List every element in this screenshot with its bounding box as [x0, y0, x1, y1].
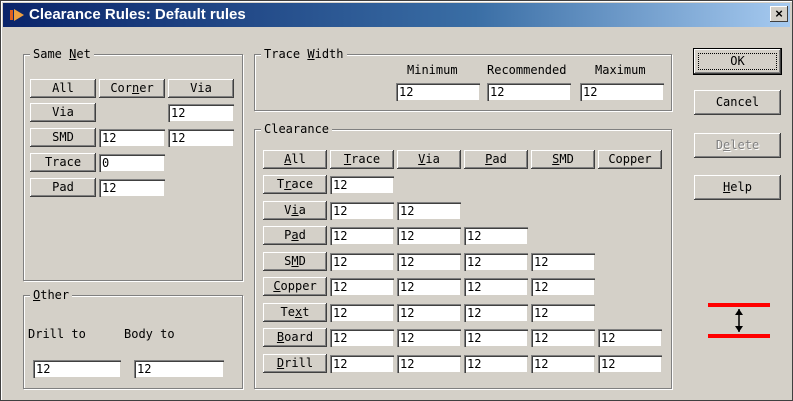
clearance-drill-pad-field[interactable]: 12 — [464, 355, 528, 373]
maximum-label: Maximum — [595, 63, 646, 77]
same-net-smd-via-field[interactable]: 12 — [168, 129, 234, 147]
clearance-rules-dialog: Clearance Rules: Default rules × Same Ne… — [0, 0, 793, 401]
clearance-via-column-button[interactable]: Via — [397, 150, 461, 169]
close-icon: × — [775, 6, 783, 21]
other-group: Other Drill to Body to 12 12 — [23, 287, 243, 389]
drill-to-label: Drill to — [28, 327, 86, 341]
clearance-smd-pad-field[interactable]: 12 — [464, 253, 528, 271]
same-net-all-button[interactable]: All — [30, 79, 96, 98]
same-net-corner-button[interactable]: Corner — [99, 79, 165, 98]
help-button[interactable]: Help — [694, 175, 781, 200]
clearance-text-trace-field[interactable]: 12 — [330, 304, 394, 322]
clearance-board-trace-field[interactable]: 12 — [330, 329, 394, 347]
body-to-label: Body to — [124, 327, 175, 341]
same-net-legend: Same Net — [30, 46, 94, 62]
clearance-all-button[interactable]: All — [263, 150, 327, 169]
clearance-drill-copper-field[interactable]: 12 — [598, 355, 662, 373]
clearance-row-via-button[interactable]: Via — [263, 201, 327, 220]
clearance-pad-via-field[interactable]: 12 — [397, 227, 461, 245]
same-net-trace-corner-field[interactable]: 0 — [99, 154, 165, 172]
clearance-row-board-button[interactable]: Board — [263, 328, 327, 347]
trace-width-legend: Trace Width — [261, 46, 347, 62]
clearance-copper-column-button[interactable]: Copper — [598, 150, 662, 169]
clearance-row-drill-button[interactable]: Drill — [263, 354, 327, 373]
clearance-board-pad-field[interactable]: 12 — [464, 329, 528, 347]
clearance-text-smd-field[interactable]: 12 — [531, 304, 595, 322]
clearance-copper-pad-field[interactable]: 12 — [464, 278, 528, 296]
clearance-smd-smd-field[interactable]: 12 — [531, 253, 595, 271]
other-legend: Other — [30, 287, 73, 303]
clearance-drill-trace-field[interactable]: 12 — [330, 355, 394, 373]
clearance-row-copper-button[interactable]: Copper — [263, 277, 327, 296]
recommended-label: Recommended — [487, 63, 567, 77]
clearance-row-trace-button[interactable]: Trace — [263, 175, 327, 194]
same-net-via-button[interactable]: Via — [168, 79, 234, 98]
same-net-via-via-field[interactable]: 12 — [168, 104, 234, 122]
clearance-board-smd-field[interactable]: 12 — [531, 329, 595, 347]
same-net-row-trace-button[interactable]: Trace — [30, 153, 96, 172]
clearance-smd-via-field[interactable]: 12 — [397, 253, 461, 271]
clearance-legend: Clearance — [261, 121, 333, 137]
clearance-trace-column-button[interactable]: Trace — [330, 150, 394, 169]
clearance-row-text-button[interactable]: Text — [263, 303, 327, 322]
drill-to-field[interactable]: 12 — [33, 360, 121, 378]
clearance-pad-pad-field[interactable]: 12 — [464, 227, 528, 245]
clearance-smd-trace-field[interactable]: 12 — [330, 253, 394, 271]
clearance-pad-trace-field[interactable]: 12 — [330, 227, 394, 245]
same-net-smd-corner-field[interactable]: 12 — [99, 129, 165, 147]
trace-width-minimum-field[interactable]: 12 — [396, 83, 480, 101]
clearance-row-pad-button[interactable]: Pad — [263, 226, 327, 245]
body-to-field[interactable]: 12 — [134, 360, 224, 378]
clearance-text-via-field[interactable]: 12 — [397, 304, 461, 322]
same-net-pad-corner-field[interactable]: 12 — [99, 179, 165, 197]
trace-width-maximum-field[interactable]: 12 — [580, 83, 664, 101]
clearance-trace-trace-field[interactable]: 12 — [330, 176, 394, 194]
trace-width-group: Trace Width Minimum Recommended Maximum … — [254, 46, 672, 111]
minimum-label: Minimum — [407, 63, 458, 77]
clearance-smd-column-button[interactable]: SMD — [531, 150, 595, 169]
clearance-drill-smd-field[interactable]: 12 — [531, 355, 595, 373]
clearance-board-copper-field[interactable]: 12 — [598, 329, 662, 347]
same-net-row-pad-button[interactable]: Pad — [30, 178, 96, 197]
clearance-board-via-field[interactable]: 12 — [397, 329, 461, 347]
same-net-row-smd-button[interactable]: SMD — [30, 128, 96, 147]
clearance-via-trace-field[interactable]: 12 — [330, 202, 394, 220]
clearance-copper-trace-field[interactable]: 12 — [330, 278, 394, 296]
cancel-button[interactable]: Cancel — [694, 90, 781, 115]
clearance-group: Clearance All Trace Via Pad SMD Copper T… — [254, 121, 672, 389]
clearance-gap-icon — [708, 303, 770, 338]
same-net-row-via-button[interactable]: Via — [30, 103, 96, 122]
clearance-copper-smd-field[interactable]: 12 — [531, 278, 595, 296]
clearance-row-smd-button[interactable]: SMD — [263, 252, 327, 271]
ok-button[interactable]: OK — [693, 48, 782, 75]
close-button[interactable]: × — [770, 6, 788, 22]
clearance-pad-column-button[interactable]: Pad — [464, 150, 528, 169]
window-title: Clearance Rules: Default rules — [29, 6, 246, 23]
clearance-drill-via-field[interactable]: 12 — [397, 355, 461, 373]
clearance-via-via-field[interactable]: 12 — [397, 202, 461, 220]
trace-width-recommended-field[interactable]: 12 — [487, 83, 571, 101]
delete-button[interactable]: Delete — [694, 133, 781, 158]
clearance-text-pad-field[interactable]: 12 — [464, 304, 528, 322]
clearance-copper-via-field[interactable]: 12 — [397, 278, 461, 296]
app-icon — [10, 9, 24, 21]
same-net-group: Same Net All Corner Via Via 12 SMD 12 12… — [23, 46, 243, 281]
title-bar[interactable]: Clearance Rules: Default rules × — [3, 3, 790, 27]
